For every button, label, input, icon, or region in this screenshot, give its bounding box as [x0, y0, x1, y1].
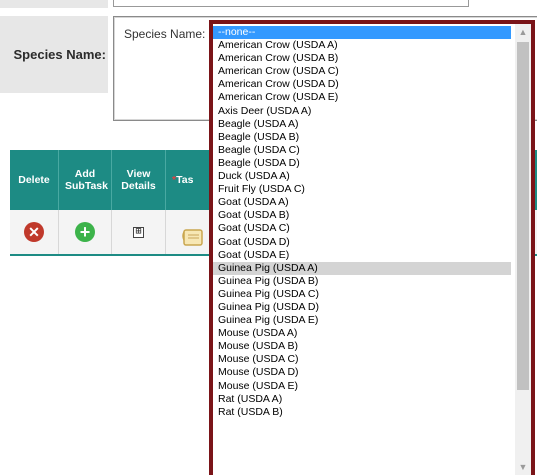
- species-name-label: Species Name:: [13, 47, 107, 62]
- dropdown-option[interactable]: Mouse (USDA A): [213, 327, 511, 340]
- dropdown-option[interactable]: Guinea Pig (USDA D): [213, 301, 511, 314]
- plus-circle-icon[interactable]: +: [75, 222, 95, 242]
- dropdown-option[interactable]: Goat (USDA A): [213, 196, 511, 209]
- dropdown-option[interactable]: Goat (USDA B): [213, 209, 511, 222]
- column-header-delete[interactable]: Delete: [10, 150, 59, 210]
- scroll-down-arrow-icon[interactable]: ▼: [515, 459, 531, 475]
- view-details-cell: ⊞: [112, 210, 166, 254]
- dropdown-option[interactable]: Axis Deer (USDA A): [213, 105, 511, 118]
- dropdown-option[interactable]: Guinea Pig (USDA B): [213, 275, 511, 288]
- previous-field-label-cell: [0, 0, 108, 8]
- dropdown-option[interactable]: Duck (USDA A): [213, 170, 511, 183]
- dropdown-option[interactable]: --none--: [213, 26, 511, 40]
- dropdown-option[interactable]: Rat (USDA B): [213, 406, 511, 419]
- dropdown-option[interactable]: Guinea Pig (USDA C): [213, 288, 511, 301]
- species-options: --none-- American Crow (USDA A) American C…: [213, 26, 511, 419]
- dropdown-option[interactable]: Guinea Pig (USDA A): [213, 261, 511, 275]
- species-label-cell: Species Name:: [0, 16, 108, 93]
- dropdown-option[interactable]: Goat (USDA C): [213, 222, 511, 235]
- column-header-add-subtask[interactable]: Add SubTask: [59, 150, 112, 210]
- dropdown-option[interactable]: Goat (USDA D): [213, 236, 511, 249]
- delete-cell: ✕: [10, 210, 59, 254]
- dropdown-option[interactable]: Mouse (USDA C): [213, 353, 511, 366]
- dropdown-option[interactable]: American Crow (USDA C): [213, 65, 511, 78]
- dropdown-option[interactable]: American Crow (USDA A): [213, 39, 511, 52]
- dropdown-option[interactable]: Beagle (USDA D): [213, 157, 511, 170]
- dropdown-option[interactable]: Mouse (USDA D): [213, 366, 511, 379]
- column-header-view-details-label: View Details: [121, 168, 156, 192]
- expand-icon[interactable]: ⊞: [133, 226, 144, 238]
- dropdown-option[interactable]: American Crow (USDA E): [213, 91, 511, 104]
- dropdown-option[interactable]: Guinea Pig (USDA E): [213, 314, 511, 327]
- dropdown-option[interactable]: Goat (USDA E): [213, 249, 511, 262]
- x-circle-icon[interactable]: ✕: [24, 222, 44, 242]
- species-dropdown-list[interactable]: --none-- American Crow (USDA A) American C…: [209, 20, 535, 475]
- species-inner-label: Species Name:: [124, 27, 206, 41]
- dropdown-option[interactable]: Mouse (USDA E): [213, 380, 511, 393]
- column-header-add-subtask-label: Add SubTask: [65, 168, 108, 192]
- dropdown-option[interactable]: American Crow (USDA B): [213, 52, 511, 65]
- dropdown-option[interactable]: Beagle (USDA C): [213, 144, 511, 157]
- dropdown-option[interactable]: Mouse (USDA B): [213, 340, 511, 353]
- dropdown-scrollbar[interactable]: ▲ ▼: [515, 24, 531, 475]
- add-subtask-cell: +: [59, 210, 112, 254]
- previous-field-input[interactable]: [113, 0, 469, 7]
- dropdown-option[interactable]: Fruit Fly (USDA C): [213, 183, 511, 196]
- notepad-icon[interactable]: [180, 226, 206, 248]
- dropdown-option[interactable]: Beagle (USDA B): [213, 131, 511, 144]
- scroll-up-arrow-icon[interactable]: ▲: [515, 24, 531, 40]
- dropdown-option[interactable]: Beagle (USDA A): [213, 118, 511, 131]
- column-header-view-details[interactable]: View Details: [112, 150, 166, 210]
- column-header-delete-label: Delete: [18, 174, 50, 186]
- dropdown-option[interactable]: American Crow (USDA D): [213, 78, 511, 91]
- scrollbar-thumb[interactable]: [517, 42, 529, 390]
- column-header-task-label: Tas: [176, 174, 194, 186]
- dropdown-option[interactable]: Rat (USDA A): [213, 393, 511, 406]
